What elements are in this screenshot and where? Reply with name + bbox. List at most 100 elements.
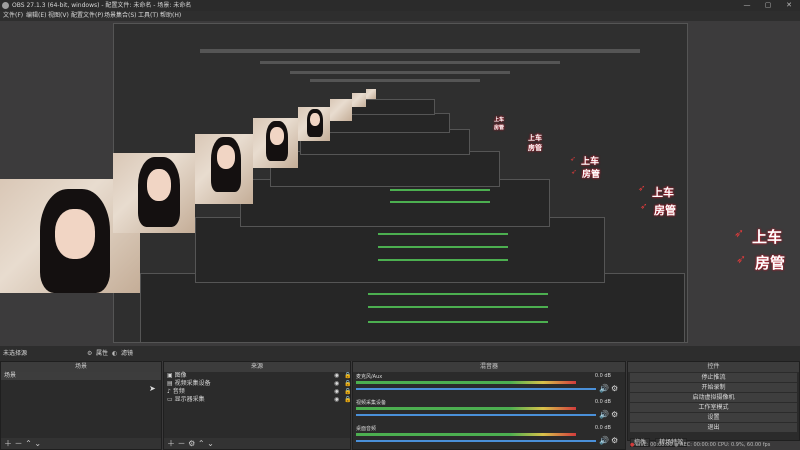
- virtual-camera-button[interactable]: 启动虚拟摄像机: [630, 393, 797, 402]
- menu-view[interactable]: 视图(V): [48, 11, 69, 21]
- gear-icon[interactable]: ⚙: [611, 436, 618, 445]
- recursive-dock: [140, 273, 685, 343]
- menu-bar: 文件(F) 编辑(E) 视图(V) 配置文件(P) 场景集合(S) 工具(T) …: [0, 11, 800, 21]
- mixer-title: 混音器: [353, 362, 625, 372]
- channel-db: 0.0 dB: [594, 373, 611, 379]
- nested-meter: [378, 259, 508, 261]
- recursive-bar: [200, 49, 640, 53]
- channel-db: 0.0 dB: [594, 399, 611, 405]
- speaker-icon: ♪: [167, 388, 171, 395]
- volume-meter: [356, 381, 576, 384]
- volume-slider[interactable]: [356, 440, 596, 442]
- window-title: OBS 27.1.3 (64-bit, windows) - 配置文件: 未命名…: [12, 2, 192, 9]
- nested-meter: [378, 233, 508, 235]
- move-up-button[interactable]: ⌃: [198, 439, 205, 448]
- move-down-button[interactable]: ⌄: [207, 439, 214, 448]
- remove-source-button[interactable]: －: [178, 439, 186, 448]
- volume-slider[interactable]: [356, 388, 596, 390]
- sticker-text: 上车: [581, 157, 600, 167]
- source-item[interactable]: ▭ 显示器采集 ◉ 🔒: [164, 396, 351, 404]
- remove-scene-button[interactable]: －: [15, 439, 23, 448]
- live-time: LIVE: 00:00:00: [635, 442, 673, 448]
- source-item[interactable]: ♪ 音频 ◉ 🔒: [164, 388, 351, 396]
- scenes-toolbar: ＋ － ⌃ ⌄: [1, 438, 161, 449]
- monitor-icon: ▭: [167, 396, 173, 403]
- minimize-button[interactable]: —: [737, 0, 757, 11]
- close-button[interactable]: ✕: [779, 0, 799, 11]
- lock-icon[interactable]: 🔒: [344, 388, 351, 396]
- menu-edit[interactable]: 编辑(E): [26, 11, 46, 21]
- volume-meter: [356, 407, 576, 410]
- webcam-feed: [253, 118, 298, 168]
- preview-canvas[interactable]: ➶ 上车 ➶ 房管 ➶ 上车 ➶ 房管 ➶ 上车 ➶ 房管 上车 房管 上车 房…: [0, 21, 800, 346]
- image-icon: ▣: [167, 372, 173, 379]
- webcam-feed: [195, 134, 253, 204]
- sticker-text: 上车: [528, 134, 542, 142]
- studio-mode-button[interactable]: 工作室模式: [630, 403, 797, 412]
- webcam-feed: [113, 153, 195, 233]
- nested-meter: [368, 306, 548, 308]
- lock-icon[interactable]: 🔒: [344, 396, 351, 404]
- source-item[interactable]: ▣ 图像 ◉ 🔒: [164, 372, 351, 380]
- gear-icon[interactable]: ⚙: [611, 384, 618, 393]
- lock-icon[interactable]: 🔒: [344, 372, 351, 380]
- recursive-bar: [290, 71, 510, 74]
- add-scene-button[interactable]: ＋: [4, 439, 12, 448]
- sticker-text: 房管: [755, 254, 786, 272]
- sticker-text: 房管: [654, 204, 676, 217]
- move-up-button[interactable]: ⌃: [25, 439, 32, 448]
- rocket-icon: ➶: [638, 184, 646, 194]
- properties-button[interactable]: 属性: [96, 346, 108, 361]
- nested-meter: [368, 293, 548, 295]
- speaker-icon[interactable]: 🔊: [599, 436, 609, 445]
- menu-file[interactable]: 文件(F): [3, 11, 23, 21]
- gear-icon: ⚙: [87, 350, 93, 357]
- move-down-button[interactable]: ⌄: [34, 439, 41, 448]
- sticker-text: 房管: [528, 144, 542, 152]
- sticker-text: 上车: [494, 117, 505, 123]
- eye-icon[interactable]: ◉: [334, 388, 339, 396]
- menu-tools[interactable]: 工具(T): [138, 11, 158, 21]
- channel-db: 0.0 dB: [594, 425, 611, 431]
- menu-profile[interactable]: 配置文件(P): [71, 11, 103, 21]
- webcam-feed: [298, 107, 330, 141]
- recursive-dock: [270, 151, 500, 187]
- menu-help[interactable]: 帮助(H): [160, 11, 181, 21]
- source-item[interactable]: ▤ 视频采集设备 ◉ 🔒: [164, 380, 351, 388]
- eye-icon[interactable]: ◉: [334, 372, 339, 380]
- add-source-button[interactable]: ＋: [167, 439, 175, 448]
- volume-slider[interactable]: [356, 414, 596, 416]
- maximize-button[interactable]: ▢: [758, 0, 778, 11]
- speaker-icon[interactable]: 🔊: [599, 410, 609, 419]
- scene-item[interactable]: 场景: [1, 372, 161, 380]
- rec-dot-icon: ●: [674, 442, 679, 448]
- lock-icon[interactable]: 🔒: [344, 380, 351, 388]
- recursive-bar: [310, 79, 480, 82]
- rocket-icon: ➶: [734, 226, 745, 240]
- mixer-channel: 桌面音频 0.0 dB 🔊 ⚙: [353, 424, 625, 450]
- gear-icon[interactable]: ⚙: [611, 410, 618, 419]
- eye-icon[interactable]: ◉: [334, 396, 339, 404]
- source-settings-icon[interactable]: ⚙: [188, 439, 195, 448]
- eye-icon[interactable]: ◉: [334, 380, 339, 388]
- controls-title: 控件: [628, 362, 799, 372]
- sources-toolbar: ＋ － ⚙ ⌃ ⌄: [164, 438, 350, 449]
- nested-meter: [390, 201, 490, 203]
- stop-streaming-button[interactable]: 停止推流: [630, 373, 797, 382]
- settings-button[interactable]: 设置: [630, 413, 797, 422]
- rec-time: REC: 00:00:00: [680, 442, 716, 448]
- sticker-text: 房管: [494, 125, 505, 131]
- sticker-text: 房管: [582, 170, 601, 180]
- start-recording-button[interactable]: 开始录制: [630, 383, 797, 392]
- sticker-text: 上车: [752, 228, 783, 246]
- nested-meter: [368, 321, 548, 323]
- obs-logo-icon: [2, 2, 9, 9]
- filters-button[interactable]: 滤镜: [121, 346, 133, 361]
- recursive-bar: [260, 61, 560, 64]
- menu-scene-collection[interactable]: 场景集合(S): [104, 11, 137, 21]
- scenes-dock: 场景 场景 ➤ ＋ － ⌃ ⌄: [0, 361, 162, 450]
- speaker-icon[interactable]: 🔊: [599, 384, 609, 393]
- status-bar: ● LIVE: 00:00:00 ● REC: 00:00:00 CPU: 0.…: [630, 441, 800, 450]
- webcam-feed: [366, 89, 376, 99]
- sources-title: 来源: [164, 362, 350, 372]
